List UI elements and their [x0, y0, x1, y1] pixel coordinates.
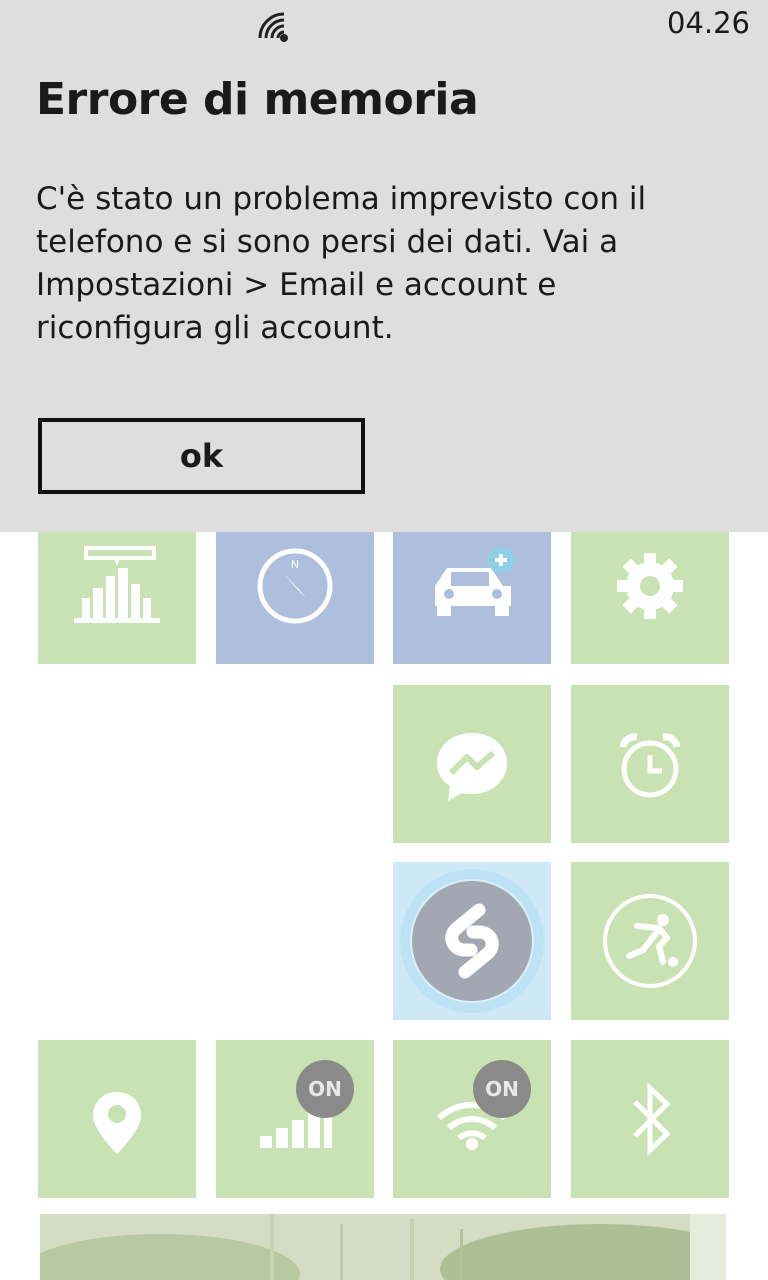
cellular-signal-icon — [260, 1112, 332, 1148]
tile-maps[interactable] — [38, 1040, 196, 1198]
wifi-icon — [436, 1101, 508, 1150]
clock: 04.26 — [666, 6, 750, 40]
tile-car[interactable] — [393, 532, 551, 664]
ok-button[interactable]: ok — [38, 418, 365, 494]
shazam-icon — [400, 869, 544, 1013]
photo-tile[interactable] — [40, 1214, 726, 1280]
tile-shazam[interactable] — [393, 862, 551, 1020]
tile-alarms[interactable] — [571, 685, 729, 843]
alarm-clock-icon — [619, 733, 681, 798]
tile-sports[interactable] — [571, 862, 729, 1020]
location-pin-icon — [93, 1092, 141, 1154]
tile-settings[interactable] — [571, 532, 729, 664]
dialog-message: C'è stato un problema imprevisto con il … — [36, 181, 647, 346]
bluetooth-icon — [633, 1082, 671, 1156]
tile-city[interactable] — [38, 532, 196, 664]
tile-messenger[interactable] — [393, 685, 551, 843]
signal-strength-icon — [258, 12, 288, 42]
photo-image — [40, 1214, 726, 1280]
messenger-icon — [437, 733, 507, 801]
soccer-player-icon — [603, 894, 697, 988]
dialog-title: Errore di memoria — [36, 74, 479, 125]
cellular-status-badge: ON — [296, 1060, 354, 1118]
error-dialog: 04.26 Errore di memoria C'è stato un pro… — [0, 0, 768, 532]
wifi-status-badge: ON — [473, 1060, 531, 1118]
tile-bluetooth[interactable] — [571, 1040, 729, 1198]
svg-text:N: N — [291, 558, 299, 571]
tile-cellular[interactable]: ON — [216, 1040, 374, 1198]
status-bar: 04.26 — [0, 0, 768, 50]
tile-compass[interactable]: N — [216, 532, 374, 664]
tile-wifi[interactable]: ON — [393, 1040, 551, 1198]
